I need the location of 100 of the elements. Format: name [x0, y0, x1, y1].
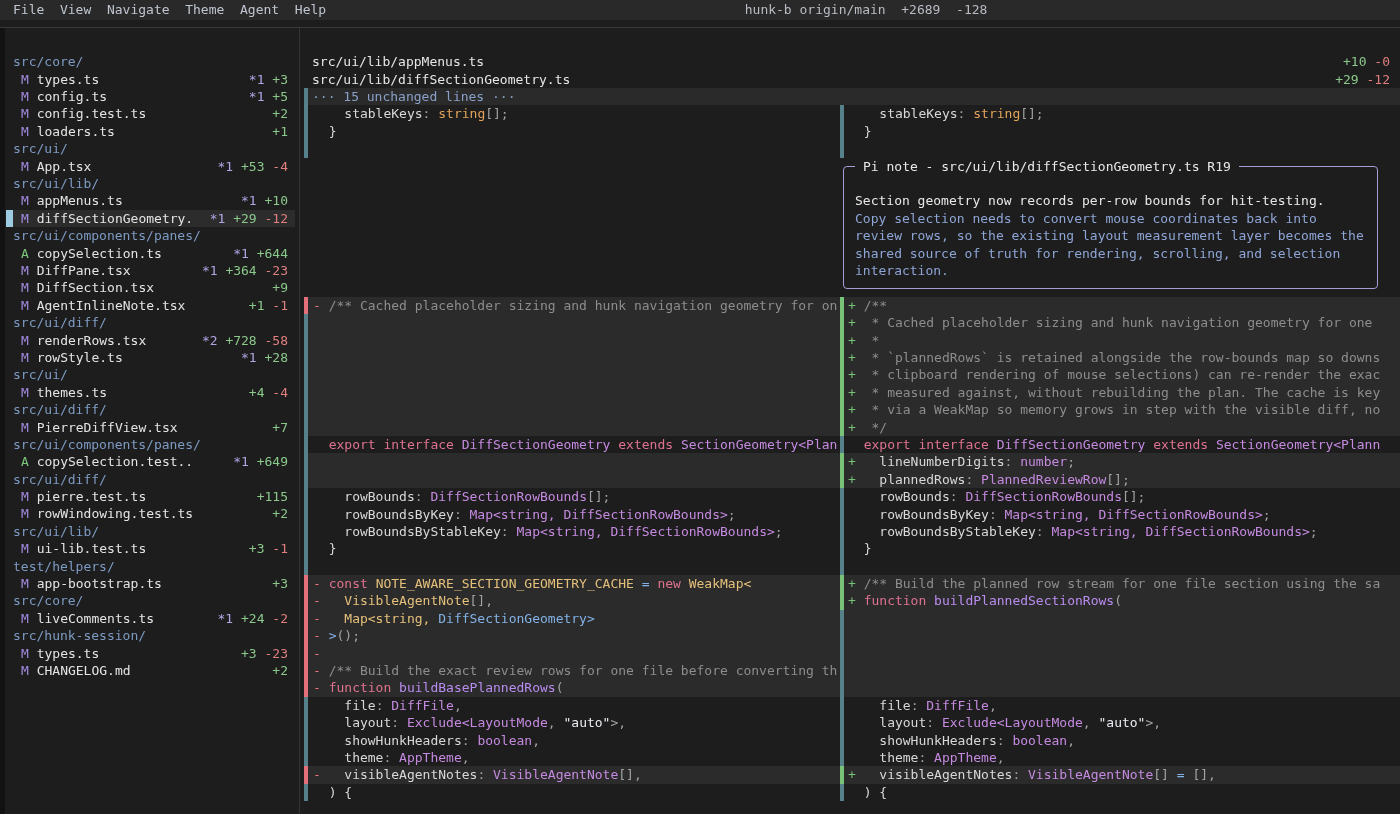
- menu-item[interactable]: View: [59, 0, 92, 20]
- diff-marker: -: [313, 662, 322, 680]
- code-line: /** Build the exact review rows for one file before converting th: [328, 662, 838, 680]
- status-letter: A: [21, 453, 29, 471]
- changed-entry[interactable]: M types.ts +3 -23: [13, 644, 295, 662]
- code-line: }: [328, 122, 337, 141]
- comment-count: *1: [241, 348, 257, 367]
- status-letter: M: [21, 644, 29, 662]
- status-letter: M: [21, 122, 29, 141]
- status-letter: M: [21, 418, 29, 436]
- changed-entry[interactable]: M themes.ts +4 -4: [13, 383, 295, 402]
- note-body: Copy selection needs to convert mouse coordinates back into review rows, so the existing layout measurement layer becomes the shared source of truth for rendering, scrolling, and selection interaction.: [855, 209, 1365, 280]
- changed-entry[interactable]: M appMenus.ts *1 +10: [13, 192, 295, 210]
- code-line: * via a WeakMap so memory grows in step with the visible diff, no: [871, 401, 1381, 419]
- added-count: +1: [248, 296, 265, 315]
- changed-entry[interactable]: M config.ts *1 +5: [13, 88, 295, 106]
- changed-entry[interactable]: M renderRows.tsx *2 +728 -58: [13, 331, 295, 349]
- file-name: config.test.ts: [36, 105, 147, 123]
- status-letter: M: [21, 105, 29, 123]
- changed-entry[interactable]: M liveComments.ts *1 +24 -2: [13, 609, 295, 628]
- added-count: +10: [264, 192, 288, 210]
- file-name: DiffPane.tsx: [36, 262, 131, 280]
- changed-entry[interactable]: M pierre.test.ts +115: [13, 488, 295, 506]
- removed-count: -1: [272, 540, 288, 558]
- code-line: rowBoundsByKey: Map<string, DiffSectionRowBounds>;: [344, 505, 736, 523]
- directory-label: src/ui/diff/: [13, 471, 107, 487]
- code-line: file: DiffFile,: [344, 696, 462, 715]
- changed-entry[interactable]: M rowStyle.ts *1 +28: [13, 348, 295, 367]
- diff-marker: -: [313, 575, 322, 593]
- changed-entry[interactable]: M DiffSection.tsx +9: [13, 279, 295, 297]
- comment-count: *1: [217, 157, 234, 176]
- added-count: +28: [264, 348, 288, 367]
- file-name: copySelection.ts: [36, 244, 162, 262]
- changed-entry[interactable]: M PierreDiffView.tsx +7: [13, 418, 295, 436]
- added-count: +3: [248, 540, 265, 558]
- comment-count: *1: [241, 192, 257, 210]
- added-count: +53: [241, 157, 265, 176]
- code-line: function buildBasePlannedRows(: [328, 679, 564, 697]
- changed-entry[interactable]: M ui-lib.test.ts +3 -1: [13, 540, 295, 558]
- changed-entry[interactable]: M AgentInlineNote.tsx +1 -1: [13, 296, 295, 315]
- branch-label: hunk-b origin/main: [744, 1, 886, 19]
- changed-entry[interactable]: M CHANGELOG.md +2: [13, 661, 295, 680]
- code-line: rowBoundsByKey: Map<string, DiffSectionRowBounds>;: [879, 505, 1271, 523]
- status-letter: A: [21, 244, 29, 262]
- menu-item[interactable]: Navigate: [106, 0, 170, 20]
- changed-entry[interactable]: M config.test.ts +2: [13, 105, 295, 123]
- changed-entry[interactable]: A copySelection.test.. *1 +649: [13, 453, 295, 471]
- status-letter: M: [21, 488, 29, 506]
- diff-marker: +: [848, 592, 857, 610]
- code-line: }: [328, 540, 337, 558]
- changed-entry[interactable]: M app-bootstrap.ts +3: [13, 575, 295, 593]
- code-line: rowBounds: DiffSectionRowBounds[];: [344, 488, 611, 506]
- diff-marker: -: [313, 766, 322, 784]
- file-name: DiffSection.tsx: [36, 279, 155, 297]
- file-name: rowStyle.ts: [36, 348, 123, 367]
- removed-count: -23: [264, 262, 288, 280]
- code-line: ) {: [328, 783, 353, 802]
- file-name: rowWindowing.test.ts: [36, 505, 194, 523]
- menu-item[interactable]: Theme: [185, 0, 225, 20]
- diff-marker: +: [848, 383, 857, 402]
- code-line: Map<string, DiffSectionGeometry>: [344, 609, 595, 628]
- code-line: * clipboard rendering of mouse selections) can re-render the exac: [871, 366, 1381, 384]
- directory-label: src/ui/: [13, 141, 68, 157]
- changed-entry[interactable]: M DiffPane.tsx *1 +364 -23: [13, 262, 295, 280]
- menu-item[interactable]: Help: [294, 0, 327, 20]
- code-line: ) {: [863, 783, 888, 802]
- diff-marker: +: [848, 575, 857, 593]
- code-line: }: [863, 540, 872, 558]
- file-name: App.tsx: [36, 157, 92, 176]
- directory-label: src/ui/lib/: [13, 523, 100, 539]
- code-line: lineNumberDigits: number;: [879, 453, 1075, 471]
- code-line: /** Cached placeholder sizing and hunk navigation geometry for on: [328, 296, 838, 315]
- added-total: +2689: [901, 1, 941, 19]
- code-line: >();: [328, 627, 360, 645]
- status-letter: M: [21, 331, 29, 349]
- changed-entry[interactable]: M rowWindowing.test.ts +2: [13, 505, 295, 523]
- added-count: +3: [272, 70, 288, 89]
- code-line: theme: AppTheme,: [879, 749, 1005, 767]
- diff-marker: -: [313, 679, 322, 697]
- code-line: const NOTE_AWARE_SECTION_GEOMETRY_CACHE = new WeakMap<: [328, 575, 752, 593]
- code-line: *: [871, 331, 880, 349]
- changed-entry[interactable]: M loaders.ts +1: [13, 122, 295, 141]
- file-name: CHANGELOG.md: [36, 661, 131, 680]
- unchanged-lines-toggle[interactable]: ··· 15 unchanged lines ···: [304, 88, 1400, 106]
- added-count: +649: [256, 453, 288, 471]
- directory-label: src/ui/diff/: [13, 402, 107, 418]
- selection-bar-icon: [6, 209, 13, 228]
- added-count: +10: [1343, 53, 1367, 71]
- menu-item[interactable]: Agent: [240, 0, 280, 20]
- added-count: +1: [272, 122, 288, 141]
- changed-entry[interactable]: M App.tsx *1 +53 -4: [13, 157, 295, 176]
- file-name: appMenus.ts: [36, 192, 123, 210]
- added-count: +7: [272, 418, 288, 436]
- directory-label: src/ui/: [13, 367, 68, 383]
- changed-entry[interactable]: M types.ts *1 +3: [13, 70, 295, 89]
- changed-entry[interactable]: A copySelection.ts *1 +644: [13, 244, 295, 262]
- diff-marker: +: [848, 470, 857, 489]
- menu-item[interactable]: File: [13, 0, 45, 20]
- status-letter: M: [21, 575, 29, 593]
- changed-entry[interactable]: M diffSectionGeometry. *1 +29 -12: [13, 209, 295, 228]
